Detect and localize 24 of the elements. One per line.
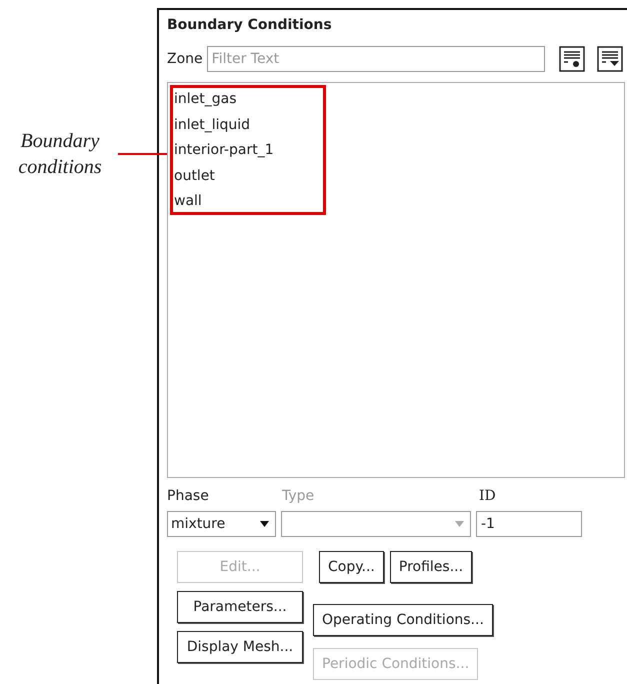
dialog-button[interactable]: Operating Conditions... [313,604,493,636]
leader-line [118,153,168,155]
type-label: Type [282,487,316,506]
panel-title: Boundary Conditions [167,16,333,34]
zone-list-item[interactable]: inlet_gas [174,87,237,112]
dialog-button[interactable]: Display Mesh... [177,631,303,663]
dialog-button[interactable]: Copy... [319,551,384,583]
zone-label: Zone [167,50,203,68]
filter-add-icon[interactable] [558,46,585,72]
dialog-button[interactable]: Parameters... [177,591,303,623]
zone-list-item[interactable]: interior-part_1 [174,138,274,164]
phase-label: Phase [167,487,210,506]
dropdown-caret-icon [260,521,269,527]
id-label: ID [479,487,496,506]
phase-dropdown[interactable]: mixture [167,511,276,537]
zone-list-item[interactable]: outlet [174,164,215,189]
id-field[interactable]: -1 [476,511,582,537]
dialog-button[interactable]: Profiles... [390,551,472,583]
zone-list-item[interactable]: inlet_liquid [174,112,250,138]
filter-field[interactable]: Filter Text [206,46,545,72]
filter-menu-icon[interactable] [596,46,623,72]
annotation-label: Boundary conditions [17,129,103,180]
dropdown-caret-icon [455,521,464,527]
zone-list-item[interactable]: wall [174,189,202,214]
